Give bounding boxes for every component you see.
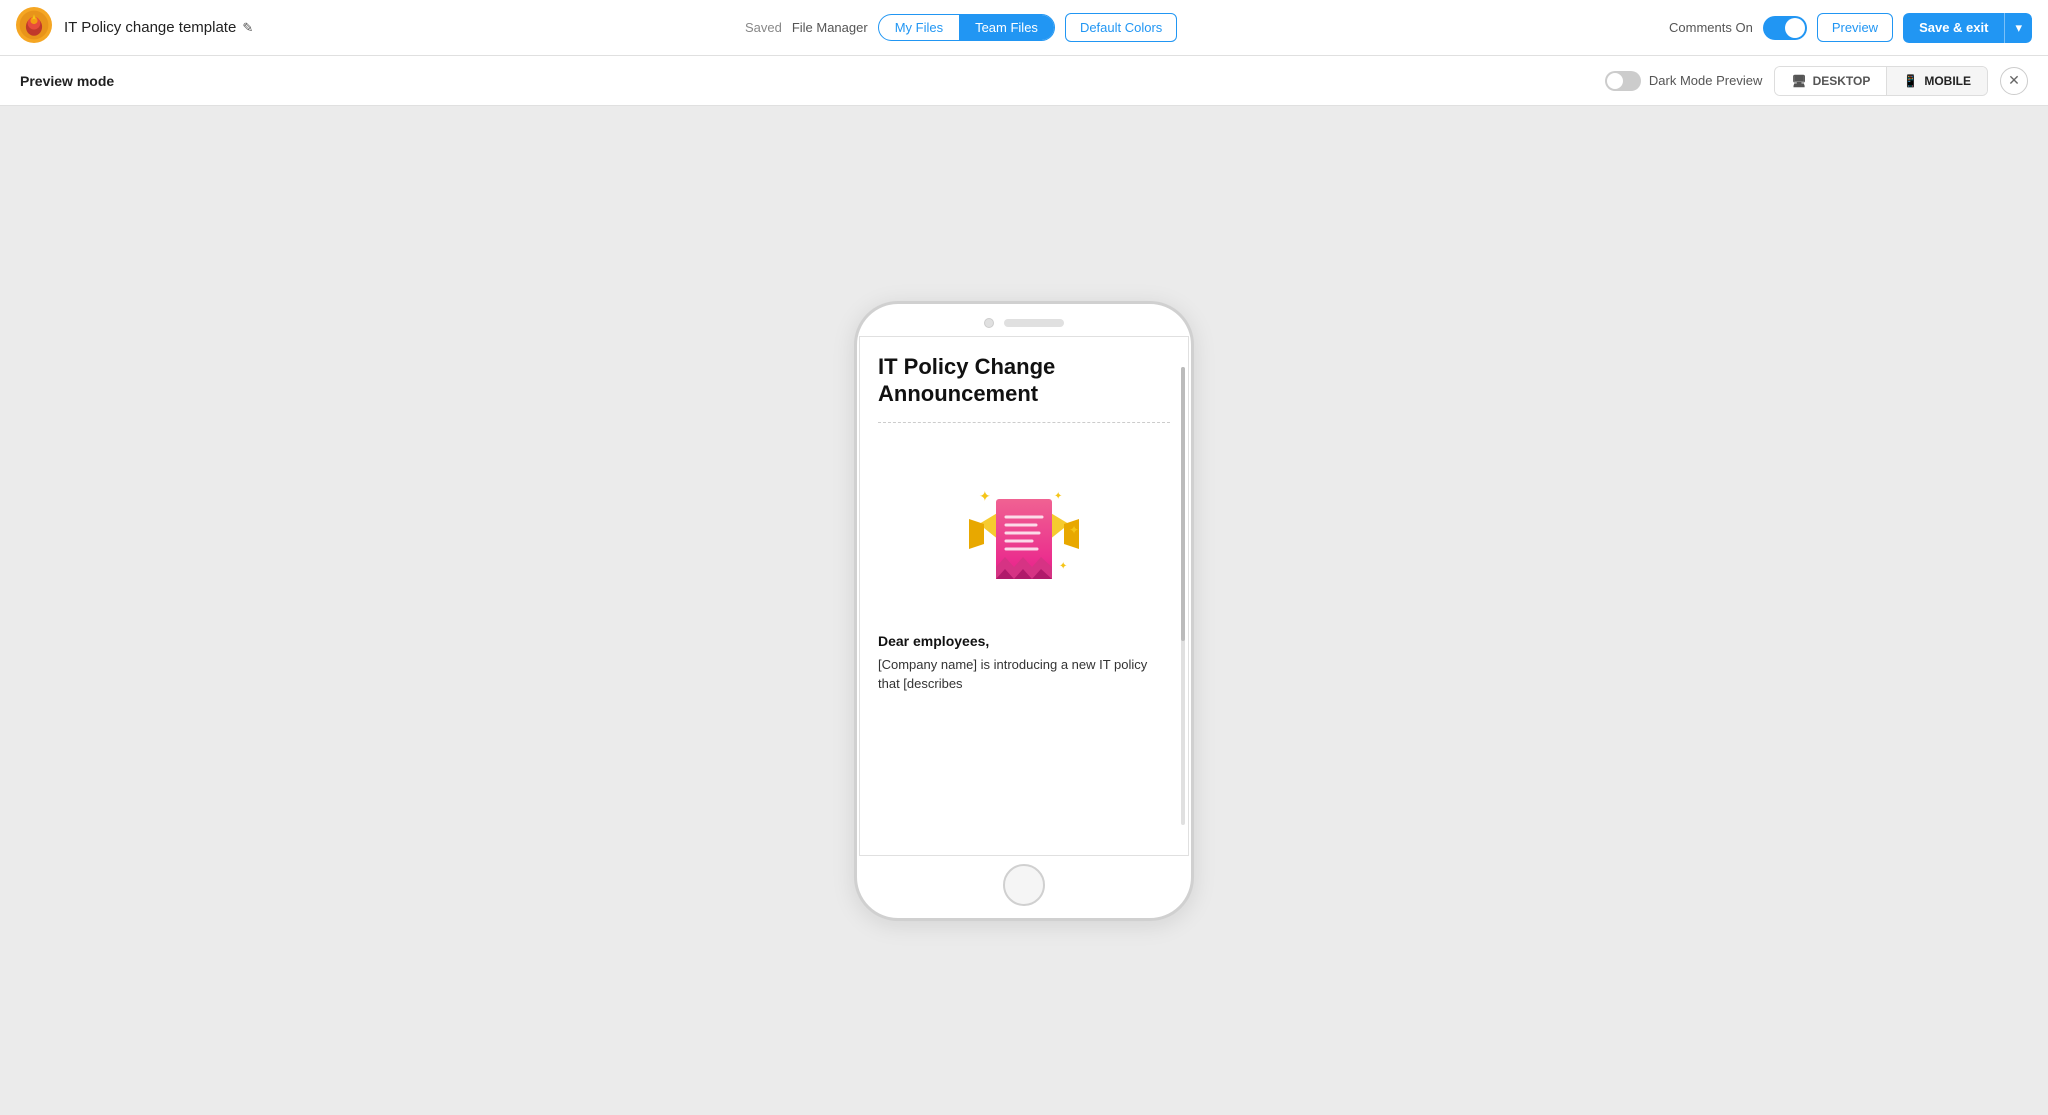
save-exit-chevron[interactable]: ▾ (2004, 13, 2032, 43)
main-content: IT Policy Change Announcement (0, 106, 2048, 1115)
phone-mockup: IT Policy Change Announcement (854, 301, 1194, 921)
phone-scrollbar-thumb (1181, 367, 1185, 642)
comments-toggle[interactable] (1763, 16, 1807, 40)
dark-mode-toggle[interactable] (1605, 71, 1641, 91)
phone-home-button (1003, 864, 1045, 906)
header-center-controls: Saved File Manager My Files Team Files D… (745, 13, 1177, 42)
desktop-view-button[interactable]: 🖥 DESKTOP (1775, 67, 1886, 95)
view-toggle-group: 🖥 DESKTOP 📱 MOBILE (1774, 66, 1988, 96)
preview-button[interactable]: Preview (1817, 13, 1893, 42)
comments-label: Comments On (1669, 20, 1753, 35)
preview-close-button[interactable]: ✕ (2000, 67, 2028, 95)
edit-title-icon[interactable]: ✎ (242, 20, 253, 36)
announcement-illustration: ✦ ✦ ✦ ✦ (878, 437, 1170, 617)
svg-text:✦: ✦ (1054, 491, 1062, 502)
preview-bar-right: Dark Mode Preview 🖥 DESKTOP 📱 MOBILE ✕ (1605, 66, 2028, 96)
file-type-toggle: My Files Team Files (878, 14, 1055, 41)
phone-speaker (1004, 319, 1064, 327)
mobile-icon: 📱 (1903, 74, 1918, 88)
email-body: [Company name] is introducing a new IT p… (878, 655, 1170, 694)
mobile-view-button[interactable]: 📱 MOBILE (1886, 67, 1987, 95)
svg-text:✦: ✦ (1059, 561, 1067, 572)
app-header: IT Policy change template ✎ Saved File M… (0, 0, 2048, 56)
dark-mode-label: Dark Mode Preview (1649, 73, 1762, 88)
team-files-button[interactable]: Team Files (959, 15, 1054, 40)
dark-mode-toggle-group: Dark Mode Preview (1605, 71, 1762, 91)
default-colors-button[interactable]: Default Colors (1065, 13, 1177, 42)
file-manager-label: File Manager (792, 20, 868, 35)
svg-text:✦: ✦ (979, 488, 991, 504)
phone-camera (984, 318, 994, 328)
phone-screen: IT Policy Change Announcement (859, 336, 1189, 856)
email-title: IT Policy Change Announcement (878, 353, 1170, 408)
phone-scrollbar (1181, 367, 1185, 825)
email-greeting: Dear employees, (878, 633, 1170, 649)
header-right-controls: Comments On Preview Save & exit ▾ (1669, 13, 2032, 43)
saved-indicator: Saved (745, 20, 782, 35)
svg-text:✦: ✦ (1069, 523, 1079, 537)
preview-bar: Preview mode Dark Mode Preview 🖥 DESKTOP… (0, 56, 2048, 106)
document-title: IT Policy change template ✎ (64, 19, 253, 36)
preview-mode-label: Preview mode (20, 73, 114, 89)
phone-top-bar (857, 304, 1191, 336)
desktop-icon: 🖥 (1791, 74, 1806, 88)
my-files-button[interactable]: My Files (879, 15, 959, 40)
app-logo (16, 7, 52, 48)
content-divider (878, 422, 1170, 423)
phone-content: IT Policy Change Announcement (860, 337, 1188, 855)
save-exit-button[interactable]: Save & exit (1903, 13, 2004, 43)
save-exit-group: Save & exit ▾ (1903, 13, 2032, 43)
phone-bottom-bar (857, 856, 1191, 918)
